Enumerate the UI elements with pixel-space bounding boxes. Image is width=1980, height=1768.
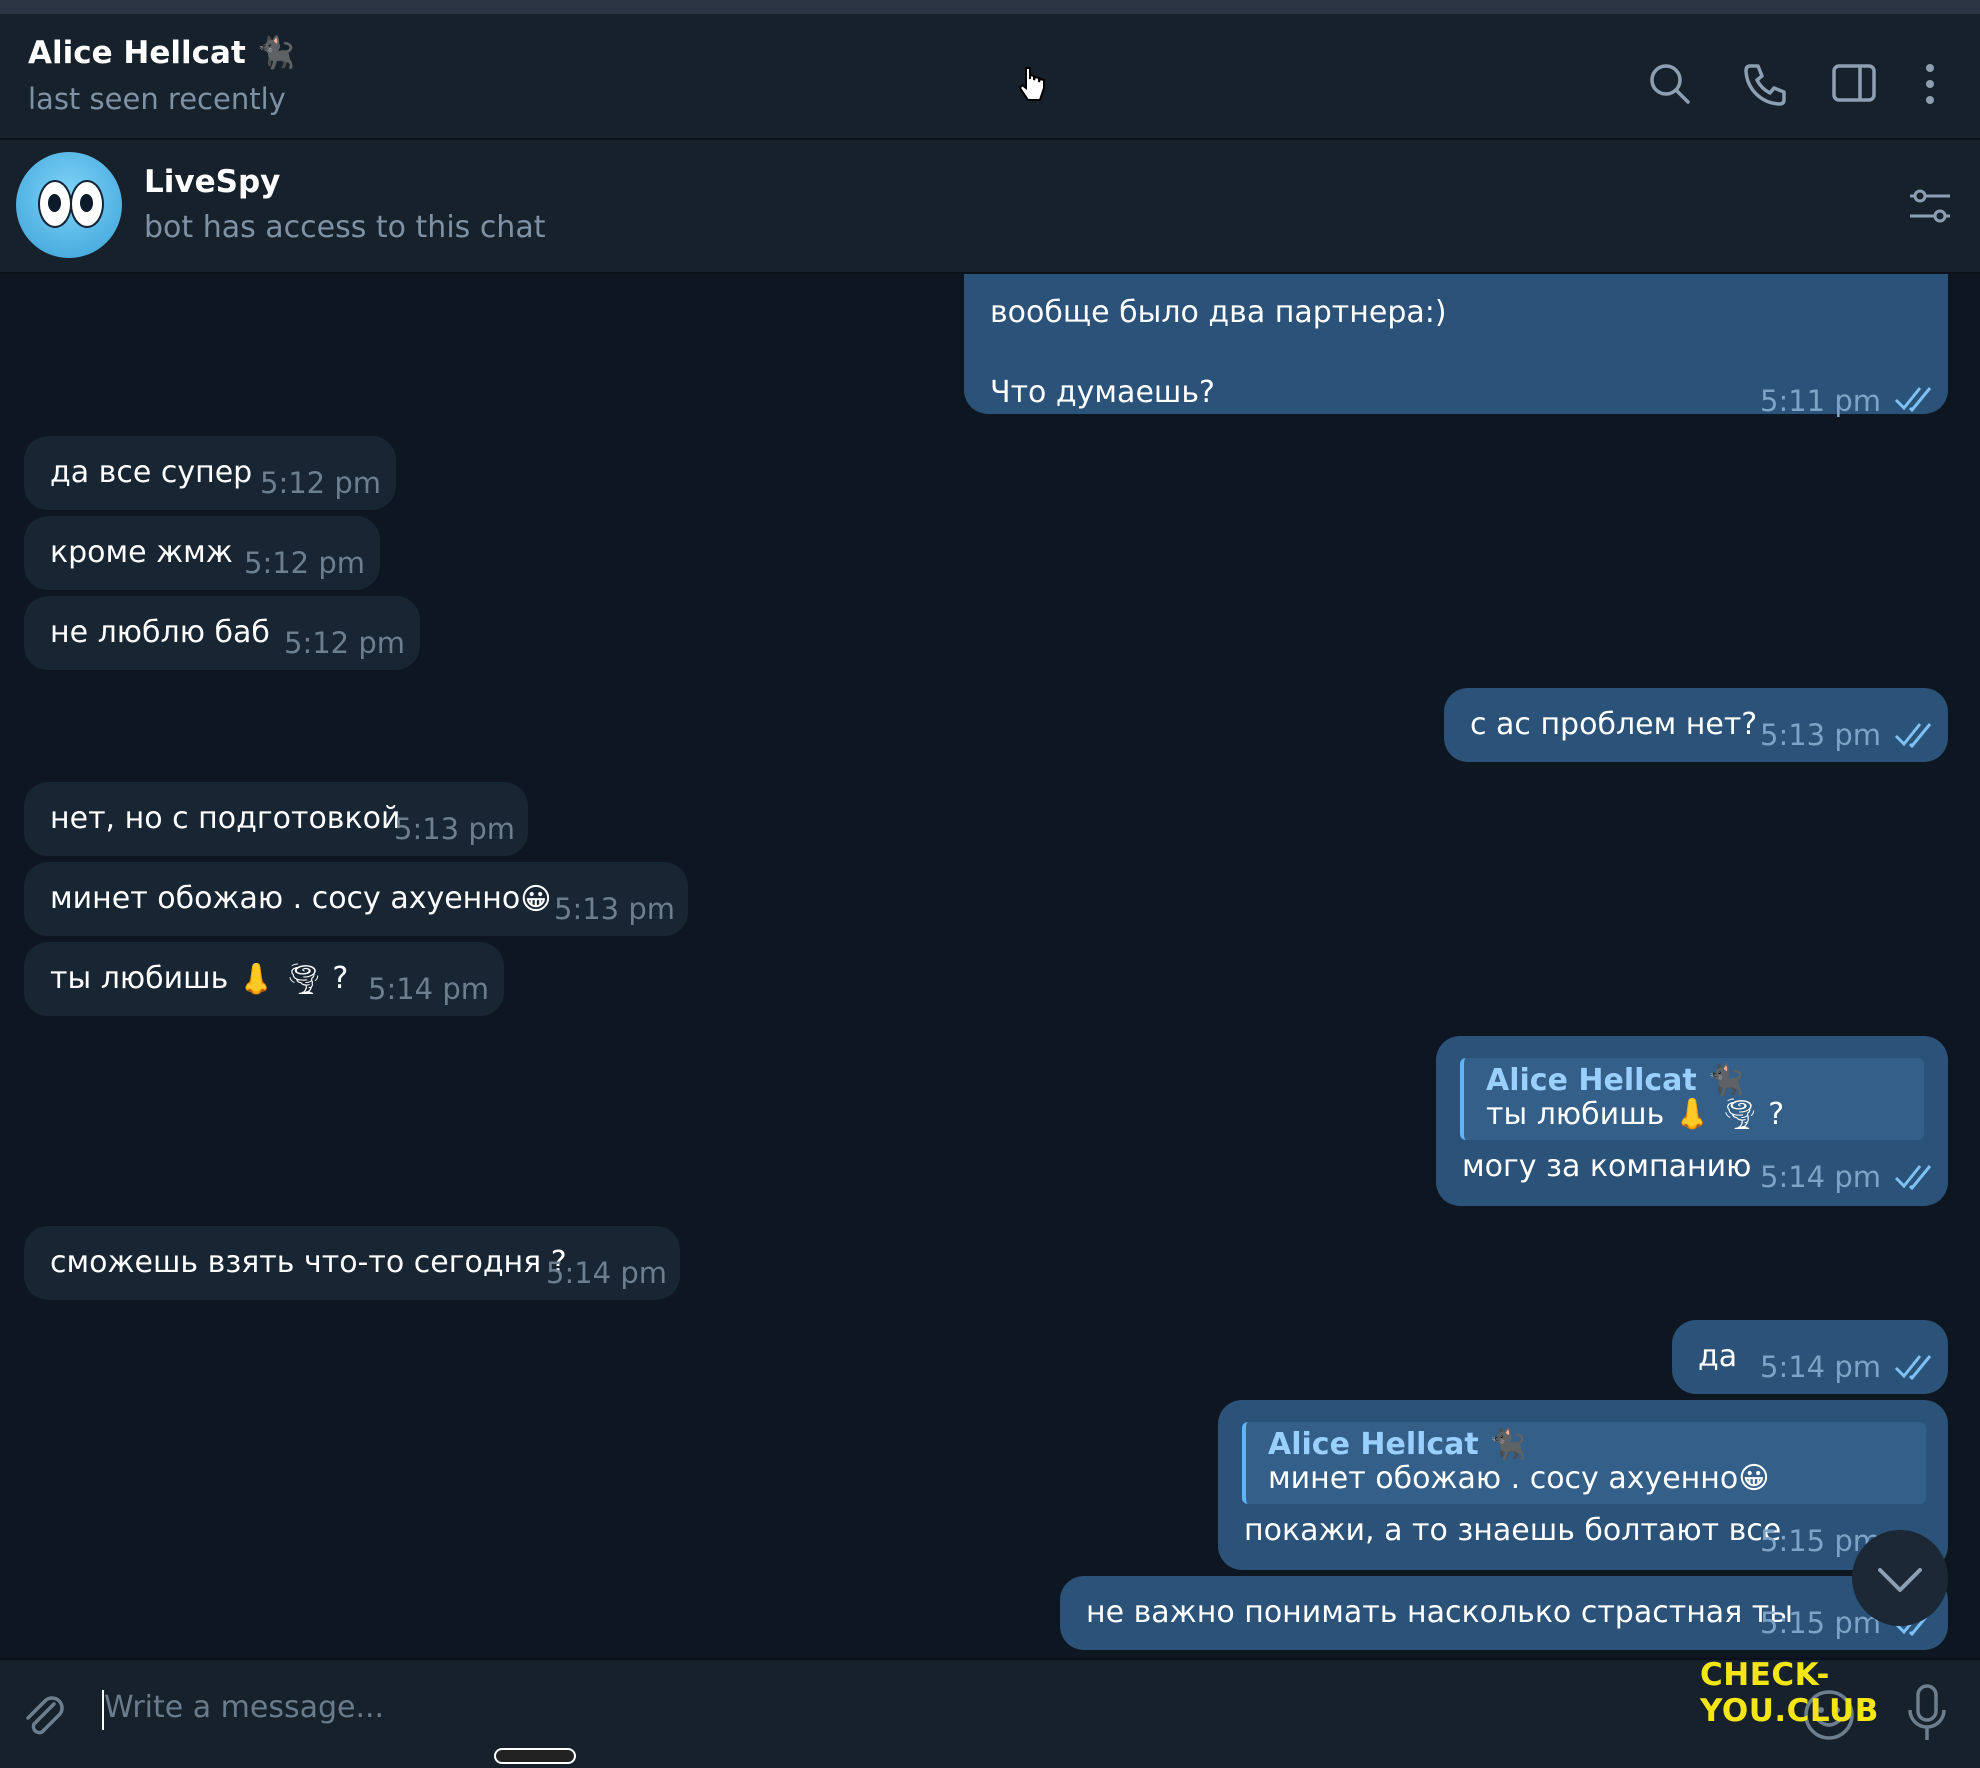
message-text-part: ты любишь xyxy=(50,961,229,996)
reply-quote[interactable]: Alice Hellcat 🐈‍⬛ ты любишь 👃 🌪 ? xyxy=(1460,1058,1924,1140)
message-bubble-incoming[interactable]: да все супер 5:12 pm xyxy=(24,436,396,510)
chat-status: last seen recently xyxy=(28,82,286,116)
more-vertical-icon[interactable] xyxy=(1906,60,1954,108)
bottom-drag-handle[interactable] xyxy=(494,1748,576,1764)
message-time: 5:12 pm xyxy=(260,466,381,500)
message-text: не важно понимать насколько страстная ты xyxy=(1086,1595,1793,1630)
message-input[interactable]: Write a message... xyxy=(104,1690,384,1725)
paperclip-icon[interactable] xyxy=(18,1690,70,1742)
message-time: 5:12 pm xyxy=(244,546,365,580)
message-bubble-outgoing-reply[interactable]: Alice Hellcat 🐈‍⬛ минет обожаю . сосу ах… xyxy=(1218,1400,1948,1570)
reply-author: Alice Hellcat 🐈‍⬛ xyxy=(1268,1427,1527,1462)
message-text: могу за компанию xyxy=(1462,1149,1752,1184)
message-bubble-outgoing[interactable]: да 5:14 pm xyxy=(1672,1320,1948,1394)
avatar-eye-left xyxy=(38,180,72,228)
search-icon[interactable] xyxy=(1646,60,1694,108)
message-text: кроме жмж xyxy=(50,535,233,570)
double-check-icon xyxy=(1894,387,1932,412)
scroll-to-bottom-button[interactable] xyxy=(1852,1530,1948,1626)
message-text: да все супер xyxy=(50,455,253,490)
bot-avatar xyxy=(16,152,122,258)
message-time: 5:14 pm xyxy=(1760,1350,1881,1384)
message-time: 5:13 pm xyxy=(1760,718,1881,752)
mouse-pointer-icon xyxy=(1018,67,1045,101)
message-text: с ас проблем нет? xyxy=(1470,707,1758,742)
message-text: вообще было два партнера:) xyxy=(990,295,1447,330)
chat-header: Alice Hellcat 🐈‍⬛ last seen recently xyxy=(0,14,1980,140)
bot-access-bar[interactable]: LiveSpy bot has access to this chat xyxy=(0,140,1980,274)
grinning-face-emoji: 😀 xyxy=(520,881,552,917)
sidebar-toggle-icon[interactable] xyxy=(1830,60,1878,108)
reply-author: Alice Hellcat 🐈‍⬛ xyxy=(1486,1063,1745,1098)
message-text: да xyxy=(1698,1339,1738,1374)
filter-settings-icon[interactable] xyxy=(1908,184,1952,228)
reply-text: ты любишь 👃 🌪 ? xyxy=(1486,1097,1785,1132)
message-bubble-incoming[interactable]: не люблю баб 5:12 pm xyxy=(24,596,420,670)
bot-subtitle: bot has access to this chat xyxy=(144,210,546,245)
reply-quote[interactable]: Alice Hellcat 🐈‍⬛ минет обожаю . сосу ах… xyxy=(1242,1422,1926,1504)
nose-tornado-emoji: 👃 🌪 xyxy=(237,961,323,997)
message-text: минет обожаю . сосу ахуенно😀 xyxy=(50,880,552,919)
message-bubble-outgoing[interactable]: не важно понимать насколько страстная ты… xyxy=(1060,1576,1948,1650)
message-text: не люблю баб xyxy=(50,615,270,650)
message-bubble-outgoing[interactable]: вообще было два партнера:) Что думаешь? … xyxy=(964,274,1948,418)
message-text-part: ? xyxy=(322,961,349,996)
message-text: нет, но с подготовкой xyxy=(50,801,401,836)
message-text: покажи, а то знаешь болтают все xyxy=(1244,1513,1782,1548)
message-time: 5:14 pm xyxy=(368,972,489,1006)
double-check-icon xyxy=(1894,1165,1932,1190)
double-check-icon xyxy=(1894,1355,1932,1380)
message-time: 5:12 pm xyxy=(284,626,405,660)
message-text: Что думаешь? xyxy=(990,375,1215,410)
chevron-down-icon xyxy=(1878,1568,1922,1592)
message-bubble-incoming[interactable]: кроме жмж 5:12 pm xyxy=(24,516,380,590)
message-list[interactable]: вообще было два партнера:) Что думаешь? … xyxy=(0,274,1980,1658)
message-bubble-incoming[interactable]: минет обожаю . сосу ахуенно😀 5:13 pm xyxy=(24,862,688,936)
double-check-icon xyxy=(1894,723,1932,748)
avatar-eye-right xyxy=(70,180,104,228)
bot-name: LiveSpy xyxy=(144,164,281,200)
watermark-text: CHECK-YOU.CLUB xyxy=(1700,1657,1879,1729)
message-time: 5:13 pm xyxy=(554,892,675,926)
message-bubble-incoming[interactable]: сможешь взять что-то сегодня ? 5:14 pm xyxy=(24,1226,680,1300)
reply-text: минет обожаю . сосу ахуенно😀 xyxy=(1268,1461,1770,1496)
message-text: сможешь взять что-то сегодня ? xyxy=(50,1245,567,1280)
message-time: 5:14 pm xyxy=(1760,1160,1881,1194)
message-text-part: минет обожаю . сосу ахуенно xyxy=(50,881,521,916)
message-time: 5:13 pm xyxy=(394,812,515,846)
message-composer: Write a message... xyxy=(0,1658,1980,1768)
message-bubble-outgoing-reply[interactable]: Alice Hellcat 🐈‍⬛ ты любишь 👃 🌪 ? могу з… xyxy=(1436,1036,1948,1206)
message-text: ты любишь 👃 🌪 ? xyxy=(50,960,348,999)
message-time: 5:14 pm xyxy=(546,1256,667,1290)
window-top-strip xyxy=(0,0,1980,14)
message-bubble-outgoing[interactable]: с ас проблем нет? 5:13 pm xyxy=(1444,688,1948,762)
chat-title[interactable]: Alice Hellcat 🐈‍⬛ xyxy=(28,34,295,71)
phone-icon[interactable] xyxy=(1740,60,1788,108)
message-bubble-incoming[interactable]: ты любишь 👃 🌪 ? 5:14 pm xyxy=(24,942,504,1016)
message-bubble-incoming[interactable]: нет, но с подготовкой 5:13 pm xyxy=(24,782,528,856)
message-time: 5:11 pm xyxy=(1760,384,1881,418)
